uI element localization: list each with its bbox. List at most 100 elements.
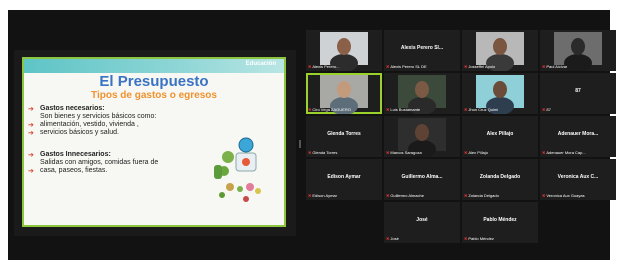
participant-tile[interactable]: ✖Marcos Saragoza: [384, 116, 460, 157]
participant-tile[interactable]: ✖Luis Bustamante: [384, 73, 460, 114]
participant-footer-name: 87: [546, 107, 551, 112]
participant-label: ✖87: [542, 107, 551, 112]
participant-footer-name: Alexis Perero SL DE: [390, 64, 427, 69]
participant-face: [337, 81, 351, 98]
section2-line: casa, paseos, fiestas.: [40, 167, 108, 174]
participant-footer-name: Guillermo Almache: [390, 193, 424, 198]
participant-tile[interactable]: Alexis Perero Sl... ✖Alexis Perero SL DE: [384, 30, 460, 71]
bullet-arrow-icon: ➔: [28, 122, 34, 129]
section2-title: Gastos Innecesarios:: [40, 151, 111, 158]
participant-label: ✖Alex Pillajo: [464, 150, 488, 155]
participant-footer-name: José: [390, 236, 399, 241]
shared-screen[interactable]: Educación El Presupuesto Tipos de gastos…: [14, 50, 296, 236]
section1-line: Son bienes y servicios básicos como:: [40, 113, 157, 120]
participant-label: ✖Pablo Méndez: [464, 236, 494, 241]
participant-tile[interactable]: José ✖José: [384, 202, 460, 243]
participant-name: Alex Pillajo: [486, 131, 514, 137]
participant-tile[interactable]: ✖Jhon Cruz Quimi: [462, 73, 538, 114]
participant-footer-name: Zolanda Delgado: [468, 193, 499, 198]
participant-tile[interactable]: Veronica Aux C... ✖Veronica Aux Guayas: [540, 159, 616, 200]
participant-tile[interactable]: ✖Ciro Vega ZAGUERO: [306, 73, 382, 114]
participant-tile[interactable]: 87 ✖87: [540, 73, 616, 114]
mic-muted-icon: ✖: [308, 193, 312, 198]
participant-footer-name: Alexis Perero...: [312, 64, 340, 69]
mic-muted-icon: ✖: [464, 150, 468, 155]
bullet-arrow-icon: ➔: [28, 130, 34, 137]
bullet-arrow-icon: ➔: [28, 106, 34, 113]
participant-footer-name: Paul Alcivar: [546, 64, 568, 69]
participant-label: ✖Glenda Torres: [308, 150, 337, 155]
participant-footer-name: Pablo Méndez: [468, 236, 494, 241]
bullet-arrow-icon: ➔: [28, 168, 34, 175]
participant-name: Alexis Perero Sl...: [400, 45, 444, 51]
participant-video: [320, 75, 368, 114]
participant-label: ✖Edison Aymar: [308, 193, 337, 198]
section1-line: servicios básicos y salud.: [40, 129, 119, 136]
panel-resize-handle[interactable]: [299, 140, 301, 148]
presentation-slide: Educación El Presupuesto Tipos de gastos…: [22, 57, 286, 227]
participant-name: 87: [575, 88, 581, 94]
mic-muted-icon: ✖: [542, 193, 546, 198]
section1-title: Gastos necesarios:: [40, 105, 105, 112]
mic-muted-icon: ✖: [542, 107, 546, 112]
section2-line: Salidas con amigos, comidas fuera de: [40, 159, 159, 166]
mic-muted-icon: ✖: [542, 150, 546, 155]
participant-name: Adenauer Mora...: [557, 131, 599, 137]
participant-label: ✖Zolanda Delgado: [464, 193, 499, 198]
mic-muted-icon: ✖: [464, 193, 468, 198]
participant-face: [415, 124, 429, 141]
participant-label: ✖Guillermo Almache: [386, 193, 424, 198]
participant-tile[interactable]: ✖Alexis Perero...: [306, 30, 382, 71]
participant-tile[interactable]: Edison Aymar ✖Edison Aymar: [306, 159, 382, 200]
mic-muted-icon: ✖: [386, 236, 390, 241]
participant-footer-name: Ciro Vega ZAGUERO: [312, 107, 351, 112]
mic-muted-icon: ✖: [464, 107, 468, 112]
participant-body: [564, 54, 592, 71]
participant-video: [554, 32, 602, 71]
slide-illustration: [214, 137, 261, 202]
participant-tile[interactable]: Zolanda Delgado ✖Zolanda Delgado: [462, 159, 538, 200]
participant-name: Zolanda Delgado: [479, 174, 521, 180]
participant-footer-name: Marcos Saragoza: [390, 150, 422, 155]
participant-name: Pablo Méndez: [483, 217, 517, 223]
participant-face: [337, 38, 351, 55]
participant-label: ✖Jhon Cruz Quimi: [464, 107, 498, 112]
participant-tile[interactable]: Alex Pillajo ✖Alex Pillajo: [462, 116, 538, 157]
participant-tile[interactable]: ✖Paul Alcivar: [540, 30, 616, 71]
participant-footer-name: Jhon Cruz Quimi: [468, 107, 499, 112]
mic-muted-icon: ✖: [464, 64, 468, 69]
participant-video: [398, 118, 446, 157]
meeting-window: Educación El Presupuesto Tipos de gastos…: [8, 10, 616, 260]
participant-label: ✖José: [386, 236, 399, 241]
participant-label: ✖Ciro Vega ZAGUERO: [308, 107, 351, 112]
participant-video: [398, 75, 446, 114]
participant-footer-name: Veronica Aux Guayas: [546, 193, 585, 198]
section1-line: alimentación, vestido, vivienda ,: [40, 121, 139, 128]
mic-muted-icon: ✖: [386, 107, 390, 112]
participant-footer-name: Josseffei Apolo: [468, 64, 496, 69]
participant-tile[interactable]: Guillermo Alma... ✖Guillermo Almache: [384, 159, 460, 200]
participant-tile[interactable]: Glenda Torres ✖Glenda Torres: [306, 116, 382, 157]
participant-footer-name: Edison Aymar: [312, 193, 337, 198]
mic-muted-icon: ✖: [542, 64, 546, 69]
participant-footer-name: Glenda Torres: [312, 150, 338, 155]
participant-tile[interactable]: Pablo Méndez ✖Pablo Méndez: [462, 202, 538, 243]
participant-face: [493, 81, 507, 98]
participant-tile[interactable]: Adenauer Mora... ✖Adenauer Mora Cap...: [540, 116, 616, 157]
participant-video: [476, 75, 524, 114]
mic-muted-icon: ✖: [386, 193, 390, 198]
participant-footer-name: Luis Bustamante: [390, 107, 421, 112]
participant-name: Veronica Aux C...: [557, 174, 599, 180]
participant-face: [571, 38, 585, 55]
participant-label: ✖Paul Alcivar: [542, 64, 567, 69]
bullet-arrow-icon: ➔: [28, 152, 34, 159]
participant-face: [415, 81, 429, 98]
participant-name: Edison Aymar: [327, 174, 361, 180]
participant-label: ✖Veronica Aux Guayas: [542, 193, 585, 198]
participant-label: ✖Alexis Perero SL DE: [386, 64, 427, 69]
participant-tile[interactable]: ✖Josseffei Apolo: [462, 30, 538, 71]
participant-video: [476, 32, 524, 71]
participant-face: [493, 38, 507, 55]
mic-muted-icon: ✖: [308, 107, 312, 112]
mic-muted-icon: ✖: [308, 64, 312, 69]
